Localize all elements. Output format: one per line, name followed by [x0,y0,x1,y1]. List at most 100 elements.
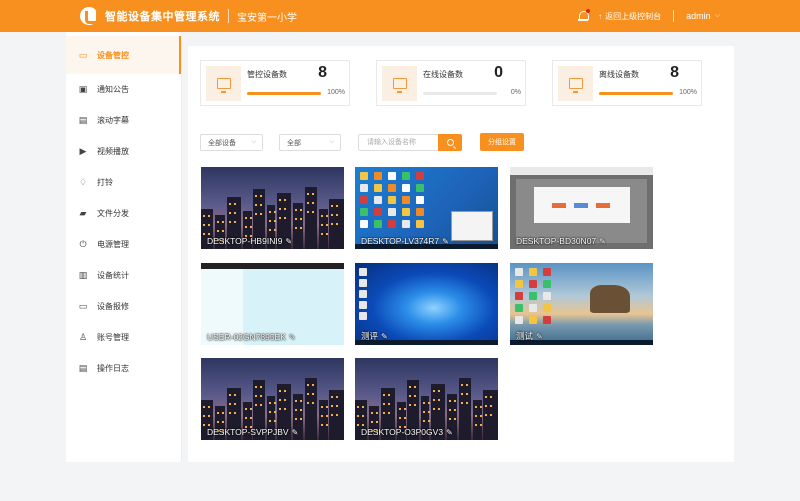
sidebar: ▭ 设备管控 ▣ 通知公告 ▤ 滚动字幕 ▶ 视频播放 ♢ 打铃 ▰ 文件分发 ⏻ 电源管理 ▥ 设备统计 ▭ 设… [66,32,182,462]
header-divider [673,10,675,22]
device-name-caption: DESKTOP-SVPPJBV ✎ [207,427,298,437]
stat-percent: 100% [327,89,345,96]
search-icon [446,139,454,146]
device-name-caption: 测评 ✎ [361,330,388,342]
sidebar-item[interactable]: ▤ 滚动字幕 [66,105,181,136]
device-type-value: 全部设备 [208,139,236,147]
top-header: 智能设备集中管理系统 宝安第一小学 ↑ 返回上级控制台 admin ⌵ [0,0,800,32]
edit-pencil-icon[interactable]: ✎ [442,237,449,246]
sidebar-item-label: 电源管理 [97,240,129,249]
device-tile[interactable]: USER-02GN7895EK ✎ [201,263,344,345]
device-name-caption: DESKTOP-LV374R7 ✎ [361,236,449,246]
status-value: 全部 [287,139,301,147]
device-name-caption: DESKTOP-HB9INI9 ✎ [207,236,292,246]
sidebar-item[interactable]: ▣ 通知公告 [66,74,181,105]
school-name: 宝安第一小学 [237,12,297,24]
chevron-down-icon: ⌵ [251,139,256,145]
bell-icon: ♢ [78,177,88,187]
edit-pencil-icon[interactable]: ✎ [599,237,606,246]
notification-dot [586,9,591,13]
status-select[interactable]: 全部 ⌵ [279,134,341,151]
sidebar-item[interactable]: ▭ 设备报修 [66,291,181,322]
sidebar-item-label: 打铃 [97,178,113,187]
stats-icon: ▥ [78,270,88,280]
device-name: USER-02GN7895EK [207,332,286,342]
sidebar-item-label: 滚动字幕 [97,116,129,125]
repair-icon: ▭ [78,301,88,311]
device-name: DESKTOP-SVPPJBV [207,427,289,437]
search-button[interactable] [438,134,462,151]
sidebar-item-label: 设备管控 [97,50,129,60]
monitor-icon [206,66,241,101]
user-menu[interactable]: admin ⌵ [686,11,720,21]
sidebar-item[interactable]: ♙ 账号管理 [66,322,181,353]
device-tile[interactable]: DESKTOP-SVPPJBV ✎ [201,358,344,440]
group-settings-button[interactable]: 分组设置 [480,133,524,151]
main-panel: 管控设备数 8 100% 在线设备数 0 0% 离线设备数 8 100% 全部设… [188,46,734,462]
arrow-up-icon: ↑ [598,11,603,21]
stat-card: 管控设备数 8 100% [200,60,350,106]
edit-pencil-icon[interactable]: ✎ [285,237,292,246]
stat-progress-bar [247,92,321,95]
stat-card: 在线设备数 0 0% [376,60,526,106]
sidebar-item[interactable]: ♢ 打铃 [66,167,181,198]
device-name: DESKTOP-HB9INI9 [207,236,283,246]
back-to-console-link[interactable]: ↑ 返回上级控制台 [598,11,661,22]
folder-icon: ▰ [79,208,87,218]
device-name: DESKTOP-BD30N07 [516,236,597,246]
device-name-caption: 测试 ✎ [516,330,543,342]
device-tile[interactable]: DESKTOP-BD30N07 ✎ [510,167,653,249]
device-name: DESKTOP-LV374R7 [361,236,440,246]
chevron-down-icon: ⌵ [714,12,720,19]
device-tile[interactable]: DESKTOP-O3P0GV3 ✎ [355,358,498,440]
stat-progress-bar [599,92,673,95]
device-tile[interactable]: DESKTOP-HB9INI9 ✎ [201,167,344,249]
device-name-caption: DESKTOP-BD30N07 ✎ [516,236,606,246]
sidebar-item[interactable]: ▰ 文件分发 [66,198,181,229]
device-tile[interactable]: 测评 ✎ [355,263,498,345]
edit-pencil-icon[interactable]: ✎ [289,333,296,342]
device-tile[interactable]: 测试 ✎ [510,263,653,345]
sidebar-item[interactable]: ▥ 设备统计 [66,260,181,291]
sidebar-item[interactable]: ▶ 视频播放 [66,136,181,167]
sidebar-item[interactable]: ⏻ 电源管理 [66,229,181,260]
device-type-select[interactable]: 全部设备 ⌵ [200,134,263,151]
stat-percent: 0% [510,89,521,96]
account-icon: ♙ [78,332,88,342]
device-name: 测评 [361,331,379,341]
edit-pencil-icon[interactable]: ✎ [292,428,299,437]
edit-pencil-icon[interactable]: ✎ [446,428,453,437]
edit-pencil-icon[interactable]: ✎ [536,332,543,341]
stat-label: 管控设备数 [247,70,287,79]
marquee-icon: ▤ [78,115,88,125]
stat-label: 离线设备数 [599,70,639,79]
stat-progress-fill [247,92,321,95]
sidebar-item[interactable]: ▭ 设备管控 [66,36,181,74]
edit-pencil-icon[interactable]: ✎ [381,332,388,341]
back-to-console-label: 返回上级控制台 [605,11,662,21]
title-divider [228,9,229,23]
device-tile[interactable]: DESKTOP-LV374R7 ✎ [355,167,498,249]
sidebar-item[interactable]: ▤ 操作日志 [66,353,181,384]
video-icon: ▶ [79,146,87,156]
sidebar-item-label: 视频播放 [97,147,129,156]
sidebar-item-label: 设备报修 [97,302,129,311]
app-title: 智能设备集中管理系统 [105,11,220,23]
device-name-caption: DESKTOP-O3P0GV3 ✎ [361,427,453,437]
stat-progress-bar [423,92,497,95]
app-logo-icon [80,7,99,25]
monitor-icon: ▭ [78,49,88,60]
stat-label: 在线设备数 [423,70,463,79]
sidebar-item-label: 操作日志 [97,364,129,373]
monitor-icon [558,66,593,101]
stat-value: 0 [494,64,503,81]
sidebar-item-label: 文件分发 [97,209,129,218]
device-name: 测试 [516,331,534,341]
sidebar-item-label: 账号管理 [97,333,129,342]
device-search-input[interactable] [358,134,438,151]
stat-card: 离线设备数 8 100% [552,60,702,106]
stat-percent: 100% [679,89,697,96]
stat-value: 8 [318,64,327,81]
notification-bell-icon[interactable] [578,9,591,21]
notice-icon: ▣ [78,84,88,94]
